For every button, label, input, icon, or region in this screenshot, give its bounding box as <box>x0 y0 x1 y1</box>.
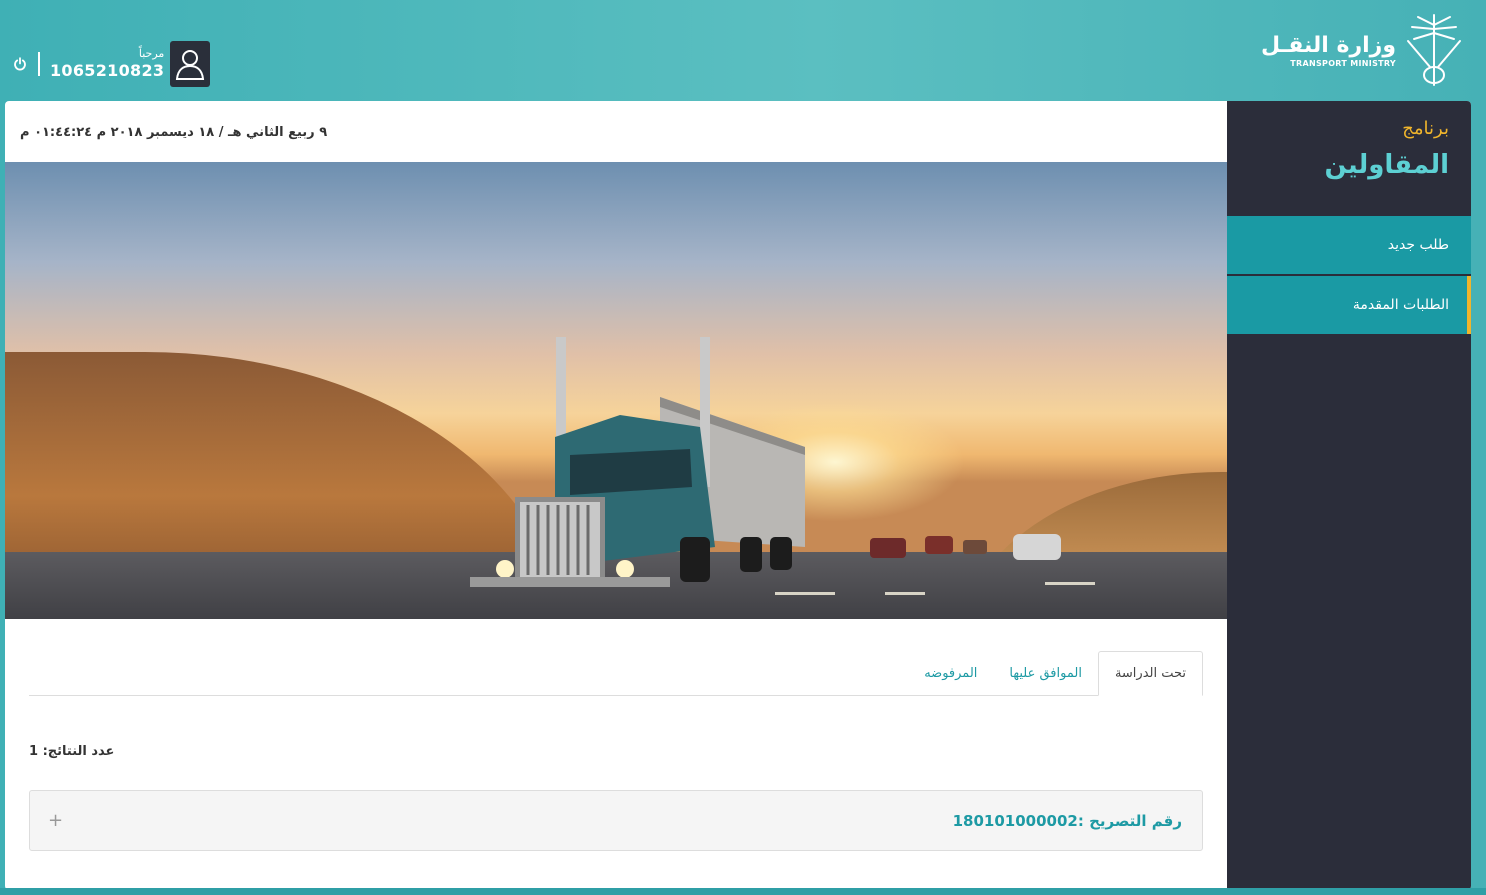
program-title: المقاولين <box>1324 150 1449 180</box>
expand-icon[interactable]: + <box>48 810 63 831</box>
avatar[interactable] <box>170 41 211 87</box>
welcome-label: مرحباً <box>138 47 165 60</box>
tab-approved[interactable]: الموافق عليها <box>993 651 1098 695</box>
user-id: 1065210823 <box>50 61 165 80</box>
hero-image-truck <box>5 162 1227 619</box>
main-card: ٩ ربيع الثاني هـ / ١٨ ديسمبر ٢٠١٨ م ٠١:٤… <box>5 101 1471 890</box>
permit-number: رقم التصريح :180101000002 <box>952 811 1182 830</box>
tab-under-review[interactable]: تحت الدراسة <box>1097 651 1203 696</box>
sidebar-header: برنامج المقاولين <box>1227 101 1471 216</box>
status-tabs: تحت الدراسة الموافق عليها المرفوضه <box>29 650 1203 696</box>
results-count: عدد النتائج: 1 <box>29 744 115 759</box>
permit-panel[interactable]: رقم التصريح :180101000002 + <box>29 790 1203 851</box>
ministry-logo: وزارة النقـل TRANSPORT MINISTRY <box>1261 10 1464 90</box>
user-info: مرحباً 1065210823 <box>50 47 164 81</box>
content-area: ٩ ربيع الثاني هـ / ١٨ ديسمبر ٢٠١٨ م ٠١:٤… <box>5 101 1227 890</box>
top-bar: مرحباً 1065210823 وزارة النقـل TRANSPORT… <box>0 0 1486 100</box>
bottom-strip <box>0 888 1486 895</box>
divider <box>38 52 40 76</box>
sidebar: برنامج المقاولين طلب جديد الطلبات المقدم… <box>1227 101 1471 890</box>
user-box: مرحباً 1065210823 <box>12 40 211 88</box>
tab-rejected[interactable]: المرفوضه <box>908 651 993 695</box>
date-time: ٩ ربيع الثاني هـ / ١٨ ديسمبر ٢٠١٨ م ٠١:٤… <box>20 125 328 140</box>
logo-arabic-text: وزارة النقـل <box>1261 32 1396 58</box>
logo-english-text: TRANSPORT MINISTRY <box>1290 58 1396 68</box>
sidebar-item-new-request[interactable]: طلب جديد <box>1227 216 1471 274</box>
program-label: برنامج <box>1402 118 1449 139</box>
power-icon[interactable] <box>12 56 28 72</box>
user-icon <box>176 50 205 80</box>
palm-emblem-icon <box>1407 14 1461 86</box>
sidebar-item-submitted-requests[interactable]: الطلبات المقدمة <box>1227 276 1471 334</box>
